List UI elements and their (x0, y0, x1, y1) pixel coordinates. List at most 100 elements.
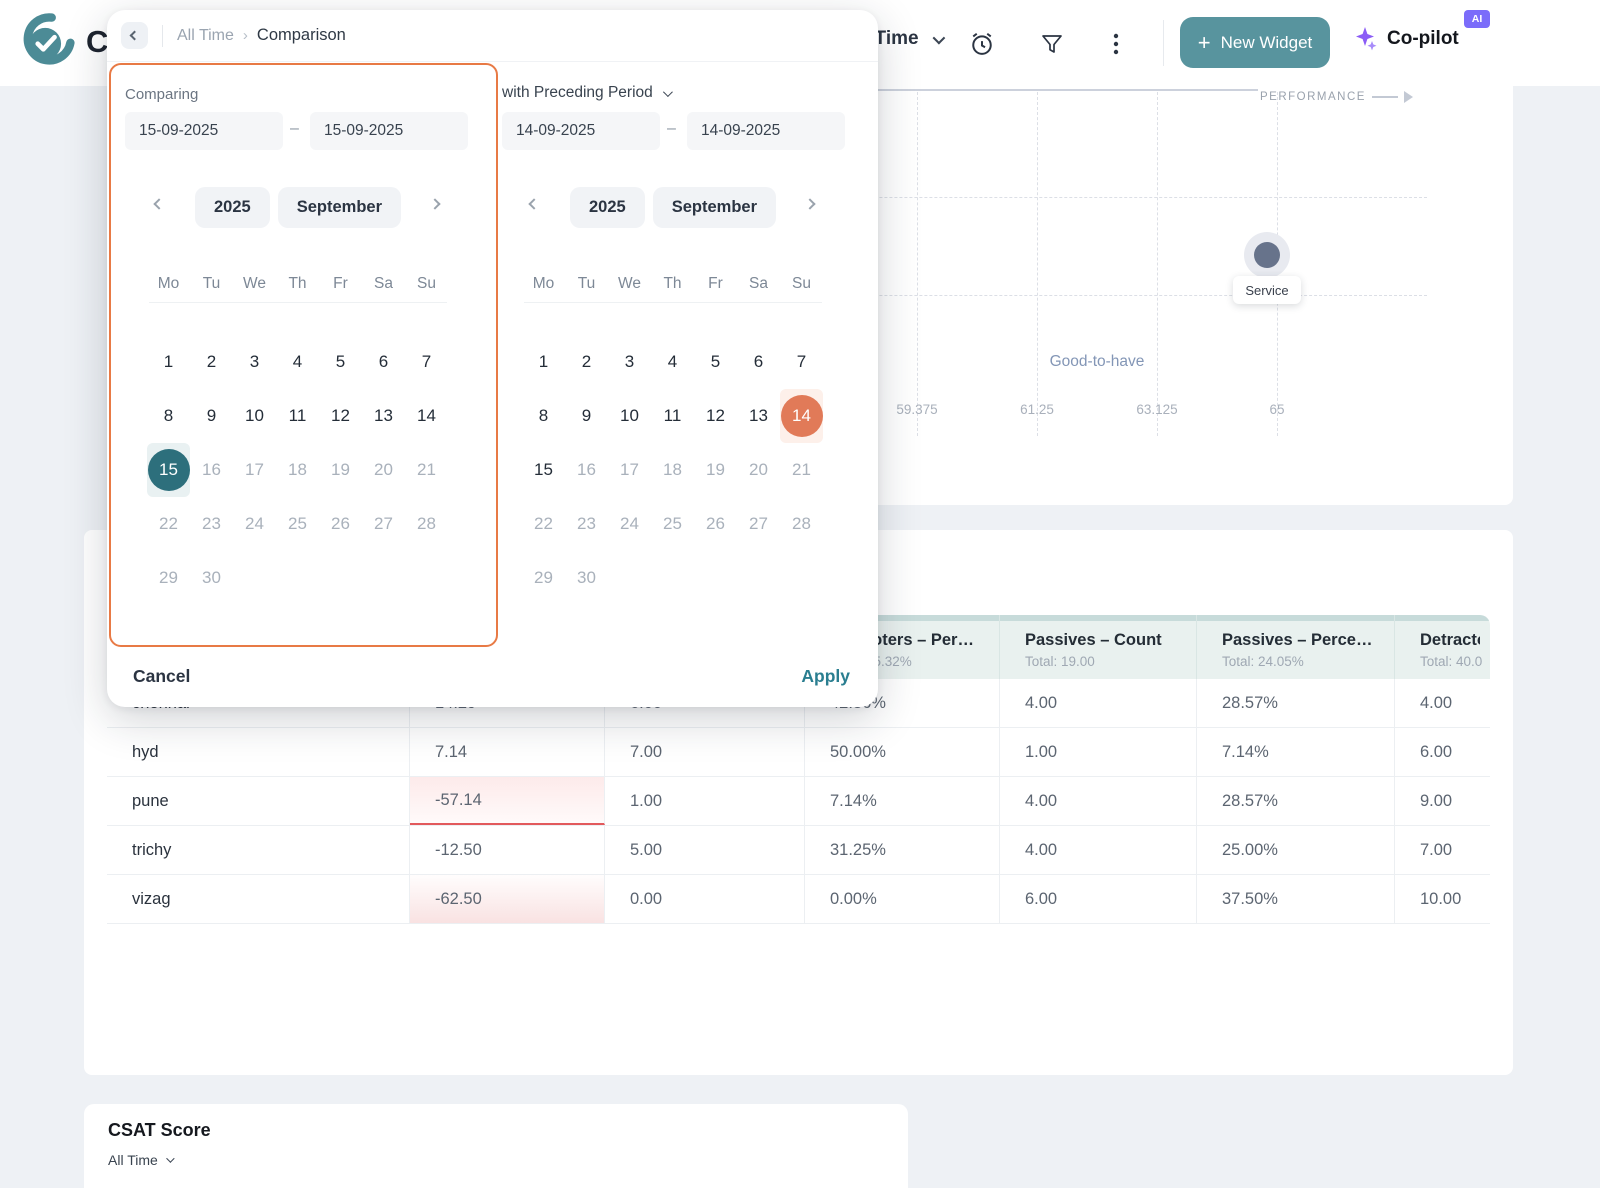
day-number: 13 (738, 395, 780, 437)
compare-from-input[interactable]: 15-09-2025 (125, 112, 283, 150)
calendar-day-11[interactable]: 11 (651, 389, 694, 443)
day-number: 19 (320, 449, 362, 491)
new-widget-button[interactable]: + New Widget (1180, 17, 1330, 68)
calendar-day-15[interactable]: 15 (147, 443, 190, 497)
year-picker-button[interactable]: 2025 (570, 187, 645, 228)
calendar-day-7[interactable]: 7 (405, 335, 448, 389)
calendar-day-3[interactable]: 3 (608, 335, 651, 389)
value-cell: 4.00 (1000, 826, 1197, 874)
column-header: Passives – CountTotal: 19.00 (1000, 615, 1197, 679)
arrow-line (1372, 96, 1398, 98)
value-cell: 6.00 (1395, 728, 1490, 776)
alarm-clock-icon[interactable] (966, 28, 998, 60)
calendar-day-5[interactable]: 5 (319, 335, 362, 389)
calendar-day-3[interactable]: 3 (233, 335, 276, 389)
csat-time-filter-dropdown[interactable]: All Time (108, 1152, 172, 1168)
day-number: 18 (277, 449, 319, 491)
day-number: 11 (652, 395, 694, 437)
copilot-button[interactable]: Co-pilot (1355, 26, 1459, 52)
x-tick-label: 65 (1232, 402, 1322, 417)
year-picker-button[interactable]: 2025 (195, 187, 270, 228)
calendar-day-30: 30 (190, 551, 233, 605)
calendar-day-10[interactable]: 10 (608, 389, 651, 443)
value-cell: 9.00 (1395, 777, 1490, 825)
value-cell: 50.00% (805, 728, 1000, 776)
month-picker-button[interactable]: September (278, 187, 401, 228)
calendar-day-12[interactable]: 12 (319, 389, 362, 443)
day-number: 14 (781, 395, 823, 437)
calendar-day-6[interactable]: 6 (362, 335, 405, 389)
calendar-day-5[interactable]: 5 (694, 335, 737, 389)
cancel-button[interactable]: Cancel (133, 666, 190, 687)
calendar-next-button[interactable] (431, 200, 445, 214)
quadrant-label: Good-to-have (1027, 353, 1167, 371)
gridline-vertical (1037, 92, 1038, 436)
kebab-menu-icon[interactable] (1100, 28, 1132, 60)
calendar-day-20: 20 (362, 443, 405, 497)
day-number: 20 (363, 449, 405, 491)
calendar-day-13[interactable]: 13 (362, 389, 405, 443)
calendar-day-7[interactable]: 7 (780, 335, 823, 389)
row-label-cell: vizag (107, 875, 410, 923)
value-cell: 6.00 (1000, 875, 1197, 923)
month-picker-button[interactable]: September (653, 187, 776, 228)
calendar-day-8[interactable]: 8 (147, 389, 190, 443)
x-tick-label: 59.375 (872, 402, 962, 417)
weekday-header: MoTuWeThFrSaSu (522, 269, 823, 299)
calendar-day-29: 29 (522, 551, 565, 605)
calendar-day-6[interactable]: 6 (737, 335, 780, 389)
calendar-day-1[interactable]: 1 (522, 335, 565, 389)
breadcrumb-separator: › (243, 27, 248, 44)
weekday-header: MoTuWeThFrSaSu (147, 269, 448, 299)
value-cell: 28.57% (1197, 679, 1395, 727)
back-button[interactable] (121, 22, 148, 49)
calendar-prev-button[interactable] (530, 200, 544, 214)
day-number: 12 (695, 395, 737, 437)
calendar-day-28: 28 (405, 497, 448, 551)
calendar-prev-button[interactable] (155, 200, 169, 214)
calendar-day-13[interactable]: 13 (737, 389, 780, 443)
day-number: 16 (191, 449, 233, 491)
calendar-day-30: 30 (565, 551, 608, 605)
chevron-left-icon (130, 31, 140, 41)
day-number: 24 (609, 503, 651, 545)
scatter-point-service[interactable] (1254, 242, 1280, 268)
calendar-day-11[interactable]: 11 (276, 389, 319, 443)
weekday-label: Mo (147, 269, 190, 299)
calendar-day-1[interactable]: 1 (147, 335, 190, 389)
calendar-day-15[interactable]: 15 (522, 443, 565, 497)
csat-score-card: CSAT Score All Time (84, 1104, 908, 1188)
breadcrumb-all-time[interactable]: All Time (177, 27, 234, 45)
day-number: 4 (652, 341, 694, 383)
ai-badge: AI (1464, 10, 1490, 28)
preceding-from-input[interactable]: 14-09-2025 (502, 112, 660, 150)
day-number: 6 (363, 341, 405, 383)
filter-funnel-icon[interactable] (1036, 28, 1068, 60)
calendar-next-button[interactable] (806, 200, 820, 214)
range-dash: – (667, 120, 676, 138)
calendar-day-4[interactable]: 4 (651, 335, 694, 389)
calendar-day-9[interactable]: 9 (565, 389, 608, 443)
calendar-nav: 2025 September (522, 185, 824, 229)
calendar-day-12[interactable]: 12 (694, 389, 737, 443)
value-cell: 0.00% (805, 875, 1000, 923)
preceding-to-input[interactable]: 14-09-2025 (687, 112, 845, 150)
weekday-label: Sa (737, 269, 780, 299)
calendar-day-2[interactable]: 2 (565, 335, 608, 389)
calendar-day-21: 21 (405, 443, 448, 497)
compare-to-input[interactable]: 15-09-2025 (310, 112, 468, 150)
day-number: 26 (695, 503, 737, 545)
calendar-day-8[interactable]: 8 (522, 389, 565, 443)
day-grid: 1234567891011121314151617181920212223242… (147, 335, 448, 605)
scatter-point-tooltip: Service (1233, 276, 1301, 304)
apply-button[interactable]: Apply (801, 666, 850, 687)
calendar-day-10[interactable]: 10 (233, 389, 276, 443)
calendar-day-14[interactable]: 14 (405, 389, 448, 443)
calendar-day-14[interactable]: 14 (780, 389, 823, 443)
calendar-day-9[interactable]: 9 (190, 389, 233, 443)
calendar-day-4[interactable]: 4 (276, 335, 319, 389)
calendar-day-2[interactable]: 2 (190, 335, 233, 389)
preceding-period-dropdown[interactable]: with Preceding Period (502, 84, 670, 102)
day-number: 25 (652, 503, 694, 545)
weekday-label: Tu (190, 269, 233, 299)
